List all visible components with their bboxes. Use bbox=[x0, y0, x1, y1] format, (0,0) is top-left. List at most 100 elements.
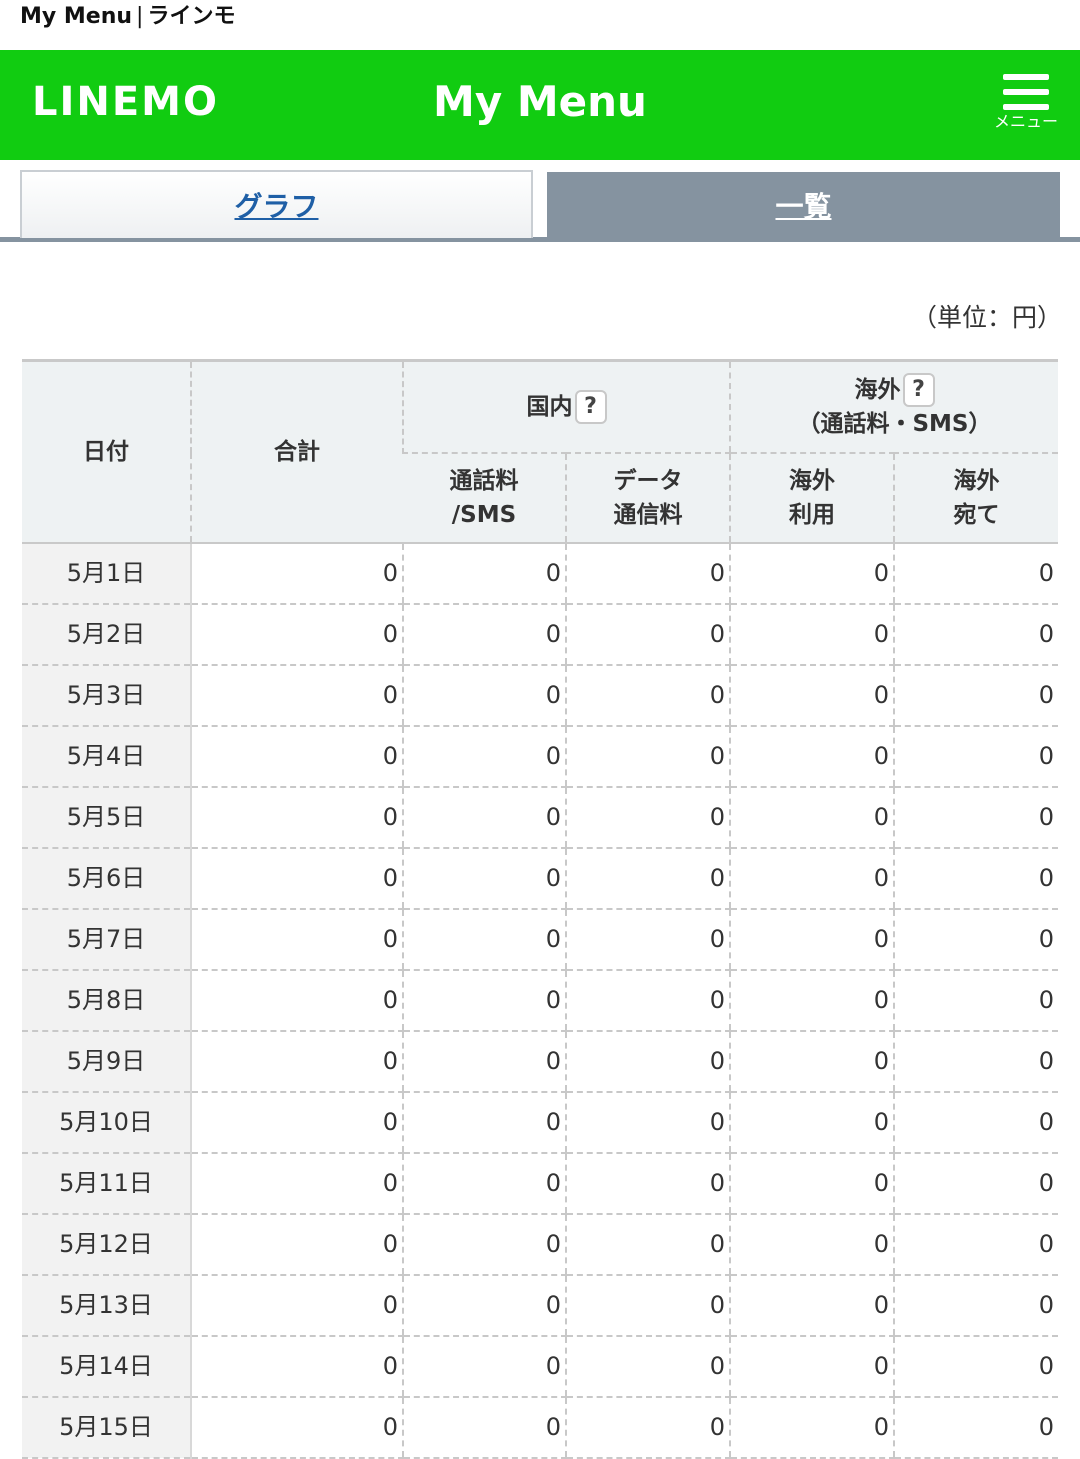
table-row: 5月3日 0 0 0 0 0 bbox=[22, 665, 1058, 727]
header-data-line1: データ bbox=[613, 468, 683, 494]
table-row: 5月13日 0 0 0 0 0 bbox=[22, 1275, 1058, 1337]
cell-data: 0 bbox=[565, 1214, 730, 1276]
cell-ov-to: 0 bbox=[893, 1031, 1058, 1093]
cell-ov-to: 0 bbox=[893, 665, 1058, 727]
header-overseas-use: 海外 利用 bbox=[729, 453, 894, 544]
cell-total: 0 bbox=[190, 1336, 403, 1398]
cell-ov-use: 0 bbox=[729, 1275, 894, 1337]
cell-data: 0 bbox=[565, 1275, 730, 1337]
table-row: 5月6日 0 0 0 0 0 bbox=[22, 848, 1058, 910]
help-icon-overseas[interactable]: ? bbox=[902, 373, 935, 408]
help-icon-domestic[interactable]: ? bbox=[574, 390, 607, 425]
table-row: 5月14日 0 0 0 0 0 bbox=[22, 1336, 1058, 1398]
cell-data: 0 bbox=[565, 970, 730, 1032]
cell-ov-to: 0 bbox=[893, 1397, 1058, 1459]
header-overseas-use-line2: 利用 bbox=[789, 502, 835, 528]
cell-total: 0 bbox=[190, 1397, 403, 1459]
cell-data: 0 bbox=[565, 665, 730, 727]
menu-label: メニュー bbox=[993, 112, 1058, 131]
cell-total: 0 bbox=[190, 726, 403, 788]
cell-date: 5月5日 bbox=[22, 787, 192, 849]
cell-ov-use: 0 bbox=[729, 1031, 894, 1093]
header-overseas: 海外? （通話料・SMS） bbox=[729, 359, 1058, 454]
cell-data: 0 bbox=[565, 1092, 730, 1154]
cell-date: 5月12日 bbox=[22, 1214, 192, 1276]
cell-data: 0 bbox=[565, 909, 730, 971]
cell-total: 0 bbox=[190, 543, 403, 605]
cell-call: 0 bbox=[402, 909, 566, 971]
cell-call: 0 bbox=[402, 1214, 566, 1276]
table-row: 5月2日 0 0 0 0 0 bbox=[22, 604, 1058, 666]
header-overseas-label: 海外 bbox=[854, 376, 901, 403]
cell-total: 0 bbox=[190, 848, 403, 910]
table-row: 5月12日 0 0 0 0 0 bbox=[22, 1214, 1058, 1276]
cell-call: 0 bbox=[402, 1336, 566, 1398]
cell-call: 0 bbox=[402, 726, 566, 788]
header-overseas-use-line1: 海外 bbox=[789, 468, 835, 494]
page-title: My Menu | ラインモ bbox=[20, 0, 235, 34]
cell-total: 0 bbox=[190, 1275, 403, 1337]
table-row: 5月9日 0 0 0 0 0 bbox=[22, 1031, 1058, 1093]
cell-data: 0 bbox=[565, 1336, 730, 1398]
cell-ov-to: 0 bbox=[893, 909, 1058, 971]
cell-ov-to: 0 bbox=[893, 543, 1058, 605]
cell-ov-to: 0 bbox=[893, 1092, 1058, 1154]
cell-ov-to: 0 bbox=[893, 1336, 1058, 1398]
table-row: 5月10日 0 0 0 0 0 bbox=[22, 1092, 1058, 1154]
cell-date: 5月3日 bbox=[22, 665, 192, 727]
cell-date: 5月4日 bbox=[22, 726, 192, 788]
cell-ov-use: 0 bbox=[729, 543, 894, 605]
cell-ov-to: 0 bbox=[893, 1153, 1058, 1215]
cell-call: 0 bbox=[402, 848, 566, 910]
cell-total: 0 bbox=[190, 1214, 403, 1276]
cell-ov-use: 0 bbox=[729, 1092, 894, 1154]
cell-total: 0 bbox=[190, 970, 403, 1032]
cell-call: 0 bbox=[402, 1397, 566, 1459]
cell-call: 0 bbox=[402, 543, 566, 605]
cell-ov-use: 0 bbox=[729, 1214, 894, 1276]
tab-graph[interactable]: グラフ bbox=[20, 170, 533, 238]
cell-ov-to: 0 bbox=[893, 848, 1058, 910]
cell-total: 0 bbox=[190, 1092, 403, 1154]
tab-list[interactable]: 一覧 bbox=[547, 172, 1060, 240]
cell-date: 5月10日 bbox=[22, 1092, 192, 1154]
cell-data: 0 bbox=[565, 1397, 730, 1459]
cell-ov-to: 0 bbox=[893, 1275, 1058, 1337]
app-header: LINEMO My Menu メニュー bbox=[0, 50, 1080, 160]
table-row: 5月1日 0 0 0 0 0 bbox=[22, 543, 1058, 605]
unit-label: （単位：円） bbox=[911, 303, 1062, 332]
header-call-sms-line2: /SMS bbox=[451, 502, 517, 528]
cell-call: 0 bbox=[402, 970, 566, 1032]
table-row: 5月15日 0 0 0 0 0 bbox=[22, 1397, 1058, 1459]
page-title-brand: ラインモ bbox=[147, 4, 236, 29]
table-row: 5月5日 0 0 0 0 0 bbox=[22, 787, 1058, 849]
menu-button[interactable]: メニュー bbox=[988, 70, 1064, 146]
cell-ov-use: 0 bbox=[729, 1153, 894, 1215]
cell-ov-use: 0 bbox=[729, 665, 894, 727]
cell-ov-use: 0 bbox=[729, 970, 894, 1032]
table-row: 5月8日 0 0 0 0 0 bbox=[22, 970, 1058, 1032]
cell-ov-to: 0 bbox=[893, 787, 1058, 849]
cell-total: 0 bbox=[190, 1031, 403, 1093]
cell-total: 0 bbox=[190, 604, 403, 666]
hamburger-icon bbox=[1003, 74, 1049, 110]
cell-ov-to: 0 bbox=[893, 726, 1058, 788]
view-tabs: グラフ 一覧 bbox=[0, 170, 1080, 244]
cell-ov-use: 0 bbox=[729, 909, 894, 971]
cell-call: 0 bbox=[402, 1153, 566, 1215]
cell-data: 0 bbox=[565, 1153, 730, 1215]
header-overseas-to-line2: 宛て bbox=[953, 502, 1000, 528]
cell-date: 5月1日 bbox=[22, 543, 192, 605]
cell-data: 0 bbox=[565, 604, 730, 666]
cell-ov-use: 0 bbox=[729, 726, 894, 788]
cell-ov-use: 0 bbox=[729, 848, 894, 910]
cell-date: 5月13日 bbox=[22, 1275, 192, 1337]
header-overseas-to-line1: 海外 bbox=[953, 468, 1000, 494]
page-title-separator: | bbox=[136, 4, 144, 29]
cell-ov-to: 0 bbox=[893, 604, 1058, 666]
cell-date: 5月11日 bbox=[22, 1153, 192, 1215]
cell-call: 0 bbox=[402, 1275, 566, 1337]
cell-total: 0 bbox=[190, 1153, 403, 1215]
cell-ov-use: 0 bbox=[729, 604, 894, 666]
cell-data: 0 bbox=[565, 543, 730, 605]
